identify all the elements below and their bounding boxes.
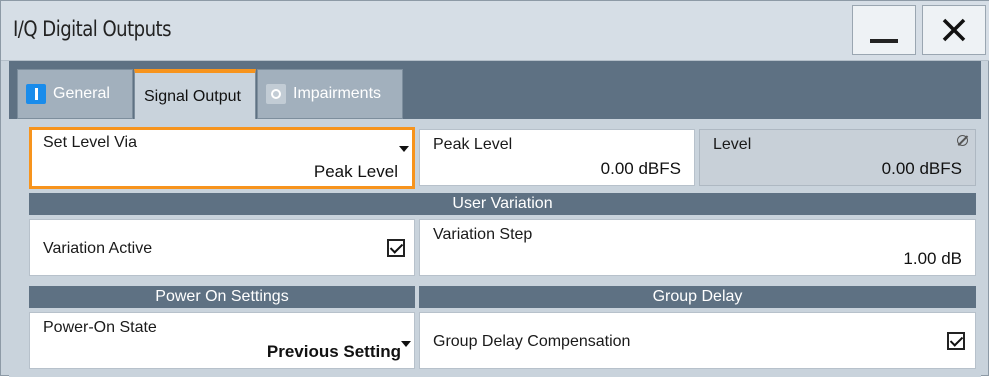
- group-delay-compensation-field[interactable]: Group Delay Compensation: [419, 312, 976, 369]
- tab-impairments-label: Impairments: [293, 85, 382, 102]
- dropdown-arrow-icon: [399, 146, 409, 152]
- peak-level-label: Peak Level: [433, 136, 513, 153]
- window-title: I/Q Digital Outputs: [13, 17, 172, 41]
- group-delay-compensation-label: Group Delay Compensation: [433, 333, 631, 350]
- variation-active-label: Variation Active: [43, 240, 153, 257]
- dropdown-arrow-icon: [401, 341, 411, 347]
- level-value: 0.00 dBFS: [881, 159, 962, 178]
- peak-level-field[interactable]: Peak Level 0.00 dBFS: [419, 129, 695, 186]
- signal-output-panel: Set Level Via Peak Level Peak Level 0.00…: [9, 119, 981, 377]
- variation-step-value: 1.00 dB: [903, 249, 962, 268]
- level-field: Level 0.00 dBFS: [699, 129, 976, 186]
- set-level-via-label: Set Level Via: [43, 134, 137, 151]
- state-off-indicator-icon: [266, 84, 286, 104]
- read-only-icon: [957, 135, 968, 146]
- variation-active-checkbox[interactable]: [387, 239, 405, 257]
- section-header-group-delay: Group Delay: [419, 286, 976, 308]
- set-level-via-value: Peak Level: [313, 162, 398, 181]
- variation-active-field[interactable]: Variation Active: [29, 219, 415, 276]
- variation-step-field[interactable]: Variation Step 1.00 dB: [419, 219, 976, 276]
- level-label: Level: [713, 136, 752, 153]
- tab-signal-output[interactable]: Signal Output: [134, 69, 256, 121]
- title-bar: I/Q Digital Outputs: [1, 1, 989, 61]
- power-on-state-value: Previous Setting: [266, 342, 401, 361]
- tab-signal-output-label: Signal Output: [144, 88, 241, 105]
- section-header-user-variation: User Variation: [29, 193, 976, 215]
- section-header-power-on-settings: Power On Settings: [29, 286, 415, 308]
- tab-general-label: General: [53, 85, 110, 102]
- state-on-indicator-icon: [26, 84, 46, 104]
- set-level-via-select[interactable]: Set Level Via Peak Level: [29, 127, 415, 189]
- close-button[interactable]: [922, 5, 986, 55]
- power-on-state-select[interactable]: Power-On State Previous Setting: [29, 312, 415, 369]
- dialog-window: I/Q Digital Outputs General Signal Outpu…: [0, 0, 989, 377]
- power-on-state-label: Power-On State: [43, 319, 157, 336]
- tab-general[interactable]: General: [17, 69, 133, 119]
- variation-step-label: Variation Step: [433, 226, 533, 243]
- minimize-icon: [870, 39, 898, 43]
- group-delay-compensation-checkbox[interactable]: [947, 332, 965, 350]
- close-icon: [942, 18, 966, 42]
- tab-impairments[interactable]: Impairments: [257, 69, 403, 119]
- peak-level-value: 0.00 dBFS: [600, 159, 681, 178]
- tab-strip: General Signal Output Impairments: [9, 61, 981, 121]
- minimize-button[interactable]: [852, 5, 916, 55]
